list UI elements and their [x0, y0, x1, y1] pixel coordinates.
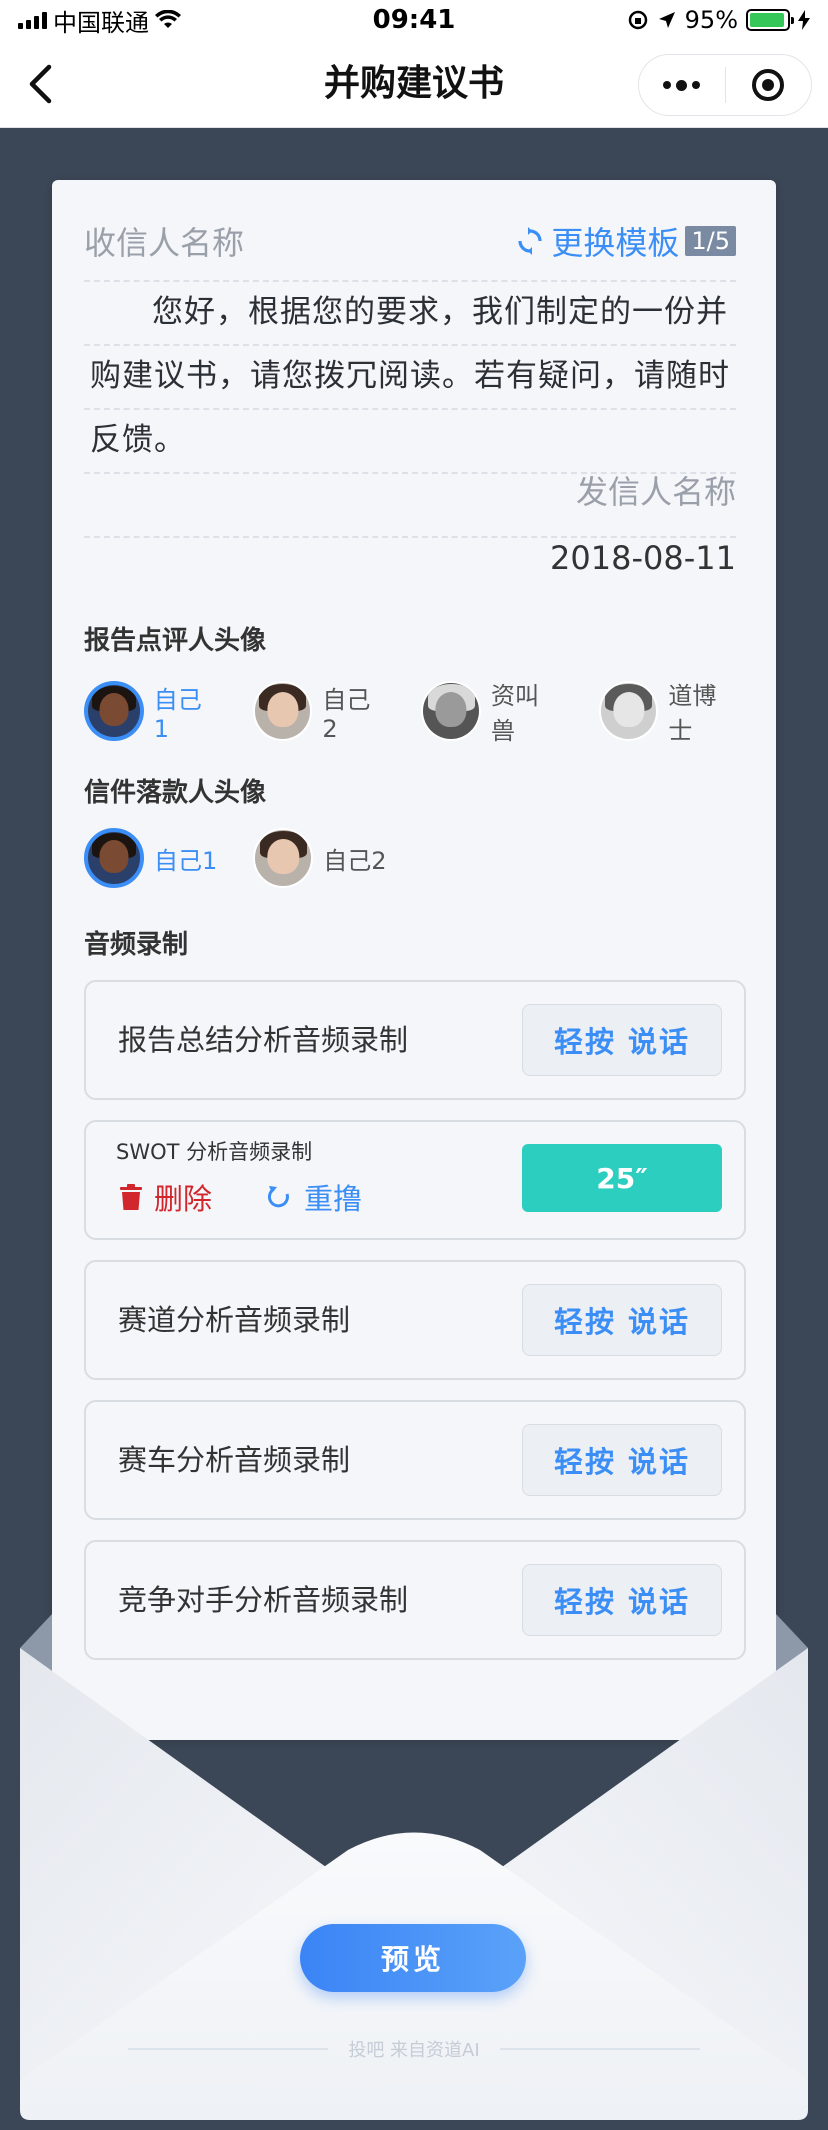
redo-label: 重撸 — [304, 1182, 363, 1216]
trash-icon — [120, 1184, 142, 1210]
avatar — [84, 681, 144, 741]
status-bar: 中国联通 09:41 95% — [0, 0, 828, 40]
letter-card: 收信人名称 更换模板 1/5 您好，根据您的要求，我们制定的一份并购建议书，请您… — [52, 180, 776, 1740]
reviewer-option-daoboshi[interactable]: 道博士 — [598, 676, 740, 746]
avatar-label: 自己1 — [153, 685, 202, 743]
footer-note: 投吧 来自资道AI — [0, 2036, 828, 2062]
orientation-lock-icon — [628, 10, 647, 30]
audio-record-label: 报告总结分析音频录制 — [118, 1023, 409, 1057]
audio-title: 音频录制 — [84, 930, 189, 960]
delete-recording-button[interactable]: 删除 — [120, 1176, 212, 1218]
audio-record-label: 赛车分析音频录制 — [118, 1443, 351, 1477]
sender-field[interactable]: 发信人名称 — [576, 467, 736, 517]
audio-record-label: 赛道分析音频录制 — [118, 1303, 351, 1337]
audio-record-label: SWOT 分析音频录制 — [116, 1140, 313, 1164]
recording-actions: 删除 重撸 — [120, 1176, 362, 1218]
signer-option-self2[interactable]: 自己2 — [253, 828, 387, 888]
change-template-label: 更换模板 — [551, 224, 680, 262]
redo-icon — [267, 1186, 289, 1208]
talk-button[interactable]: 轻按 说话 — [522, 1284, 722, 1356]
avatar-label: 自己2 — [323, 846, 387, 875]
close-miniprogram-button[interactable] — [726, 55, 812, 115]
delete-label: 删除 — [154, 1182, 213, 1216]
signer-title: 信件落款人头像 — [84, 778, 267, 808]
talk-button[interactable]: 轻按 说话 — [522, 1424, 722, 1496]
battery-icon — [746, 9, 794, 31]
preview-button[interactable]: 预览 — [300, 1924, 526, 1992]
avatar-label: 资叫兽 — [491, 682, 540, 745]
avatar-label: 道博士 — [668, 682, 717, 745]
signal-icon — [18, 11, 47, 29]
more-icon — [663, 79, 701, 91]
audio-record-track: 赛道分析音频录制 轻按 说话 — [84, 1260, 746, 1380]
change-template-button[interactable]: 更换模板 1/5 — [515, 218, 736, 264]
reviewer-title: 报告点评人头像 — [84, 626, 267, 656]
signer-avatar-row: 自己1 自己2 — [84, 828, 423, 888]
nav-bar: 并购建议书 — [0, 40, 828, 128]
reviewer-option-self1[interactable]: 自己1 — [84, 680, 217, 743]
letter-body[interactable]: 您好，根据您的要求，我们制定的一份并购建议书，请您拨冗阅读。若有疑问，请随时反馈… — [90, 280, 736, 472]
avatar-label: 自己2 — [322, 685, 371, 743]
more-button[interactable] — [639, 55, 725, 115]
record-icon — [752, 69, 785, 101]
audio-record-swot: SWOT 分析音频录制 删除 重撸 25″ — [84, 1120, 746, 1240]
status-right: 95% — [627, 6, 810, 34]
avatar — [84, 828, 144, 888]
status-left: 中国联通 — [18, 3, 181, 38]
reviewer-option-ziaoshou[interactable]: 资叫兽 — [421, 676, 562, 746]
footer-note-text: 投吧 来自资道AI — [348, 2040, 480, 2061]
recording-duration-button[interactable]: 25″ — [522, 1144, 722, 1212]
location-icon — [658, 12, 675, 28]
wifi-icon — [155, 10, 181, 28]
reviewer-option-self2[interactable]: 自己2 — [252, 680, 386, 743]
audio-record-summary: 报告总结分析音频录制 轻按 说话 — [84, 980, 746, 1100]
refresh-icon — [518, 227, 542, 255]
audio-record-car: 赛车分析音频录制 轻按 说话 — [84, 1400, 746, 1520]
carrier-label: 中国联通 — [53, 8, 149, 37]
miniprogram-capsule — [638, 54, 812, 116]
avatar — [252, 681, 313, 741]
redo-recording-button[interactable]: 重撸 — [266, 1176, 362, 1218]
letter-date[interactable]: 2018-08-11 — [550, 533, 736, 583]
reviewer-avatar-row: 自己1 自己2 资叫兽 道博士 — [84, 676, 776, 746]
talk-button[interactable]: 轻按 说话 — [522, 1004, 722, 1076]
avatar — [598, 681, 659, 741]
signer-option-self1[interactable]: 自己1 — [84, 828, 217, 888]
avatar — [253, 828, 314, 888]
charging-icon — [798, 10, 810, 30]
avatar — [421, 681, 482, 741]
battery-percent: 95% — [684, 6, 738, 34]
avatar-label: 自己1 — [154, 846, 218, 875]
recipient-field[interactable]: 收信人名称 — [84, 218, 244, 264]
template-page-badge: 1/5 — [685, 226, 736, 256]
